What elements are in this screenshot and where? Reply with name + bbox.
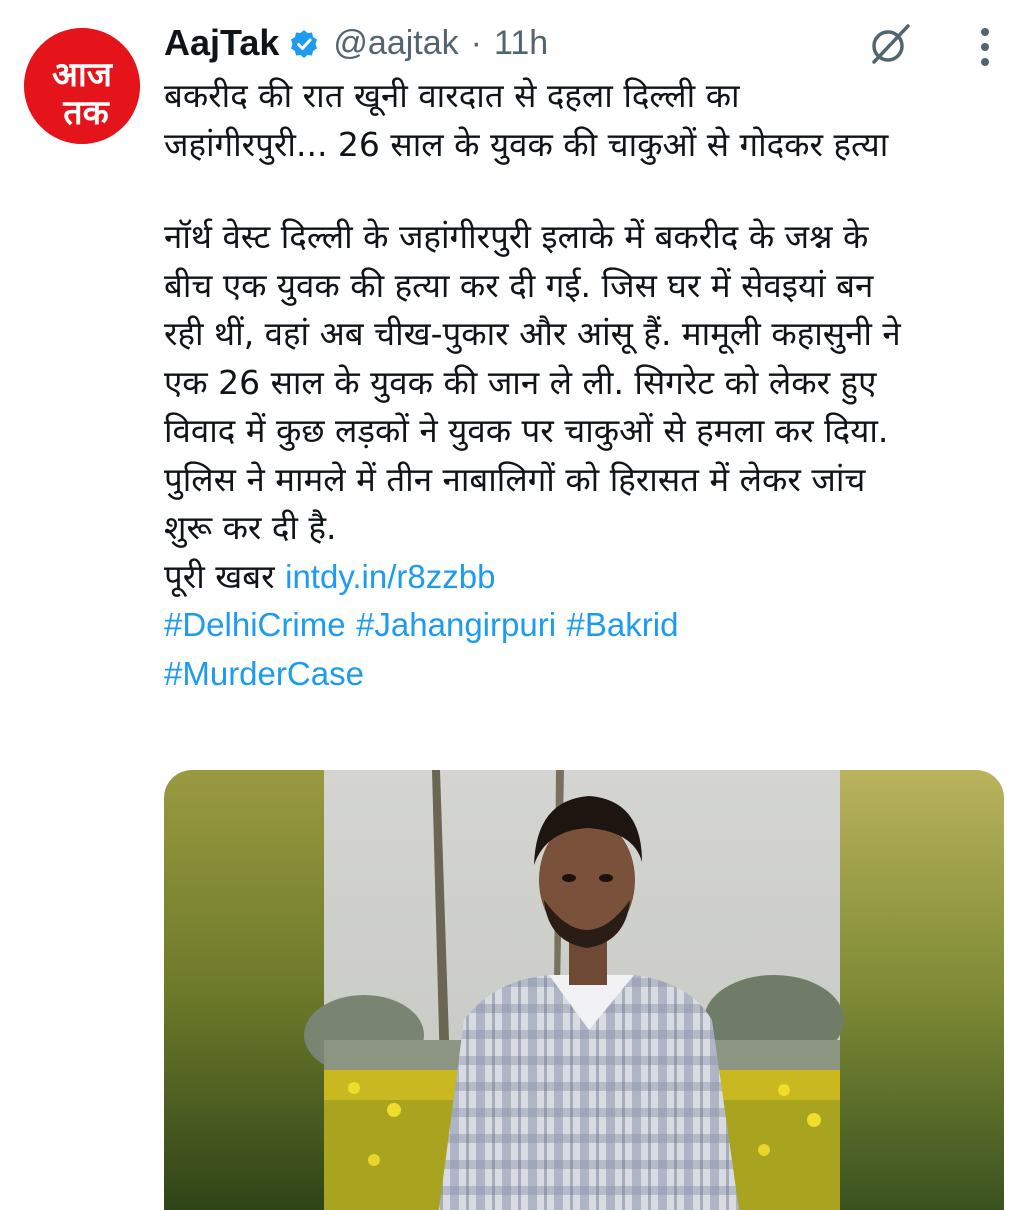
- verified-badge-icon: [289, 28, 319, 58]
- body-line: पुलिस ने मामले में तीन नाबालिगों को हिरा…: [164, 459, 866, 499]
- aajtak-logo: आज तक: [24, 28, 140, 144]
- display-name[interactable]: AajTak: [164, 22, 279, 64]
- hashtag-murdercase[interactable]: #MurderCase: [164, 655, 364, 692]
- hashtag-line: #MurderCase: [164, 650, 1004, 699]
- photo-center: [304, 770, 844, 1210]
- body-line: विवाद में कुछ लड़कों ने युवक पर चाकुओं स…: [164, 411, 889, 450]
- hashtag-line: #DelhiCrime #Jahangirpuri #Bakrid: [164, 601, 1004, 650]
- hashtag-delhicrime[interactable]: #DelhiCrime: [164, 606, 346, 643]
- body-line: नॉर्थ वेस्ट दिल्ली के जहांगीरपुरी इलाके …: [164, 217, 869, 256]
- hashtag-jahangirpuri[interactable]: #Jahangirpuri: [356, 606, 556, 643]
- tweet-text: बकरीद की रात खूनी वारदात से दहला दिल्ली …: [164, 72, 1004, 698]
- grok-icon[interactable]: [866, 20, 914, 68]
- logo-text-top: आज: [52, 55, 114, 95]
- photo-illustration: [164, 770, 1004, 1210]
- avatar[interactable]: आज तक: [24, 28, 140, 144]
- body-line: एक 26 साल के युवक की जान ले ली. सिगरेट क…: [164, 362, 877, 402]
- user-handle[interactable]: @aajtak: [333, 24, 458, 63]
- timestamp[interactable]: 11h: [494, 24, 548, 63]
- full-story-line: पूरी खबर intdy.in/r8zzbb: [164, 553, 1004, 602]
- headline-line: जहांगीरपुरी... 26 साल के युवक की चाकुओं …: [164, 124, 889, 164]
- full-story-label: पूरी खबर: [164, 556, 275, 596]
- tweet-photo[interactable]: [164, 770, 1004, 1210]
- body-line: रही थीं, वहां अब चीख-पुकार और आंसू हैं. …: [164, 314, 901, 353]
- headline-line: बकरीद की रात खूनी वारदात से दहला दिल्ली …: [164, 76, 740, 115]
- tweet-header: AajTak @aajtak · 11h: [164, 18, 548, 68]
- body-line: शुरू कर दी है.: [164, 508, 337, 547]
- photo-blur-left: [164, 770, 324, 1210]
- logo-text-bottom: तक: [62, 93, 110, 133]
- photo-blur-right: [840, 770, 1004, 1210]
- article-link[interactable]: intdy.in/r8zzbb: [285, 558, 495, 595]
- separator-dot: ·: [470, 23, 482, 62]
- body-line: बीच एक युवक की हत्या कर दी गई. जिस घर मे…: [164, 265, 874, 305]
- hashtag-bakrid[interactable]: #Bakrid: [567, 606, 679, 643]
- more-vertical-icon[interactable]: [970, 24, 1000, 70]
